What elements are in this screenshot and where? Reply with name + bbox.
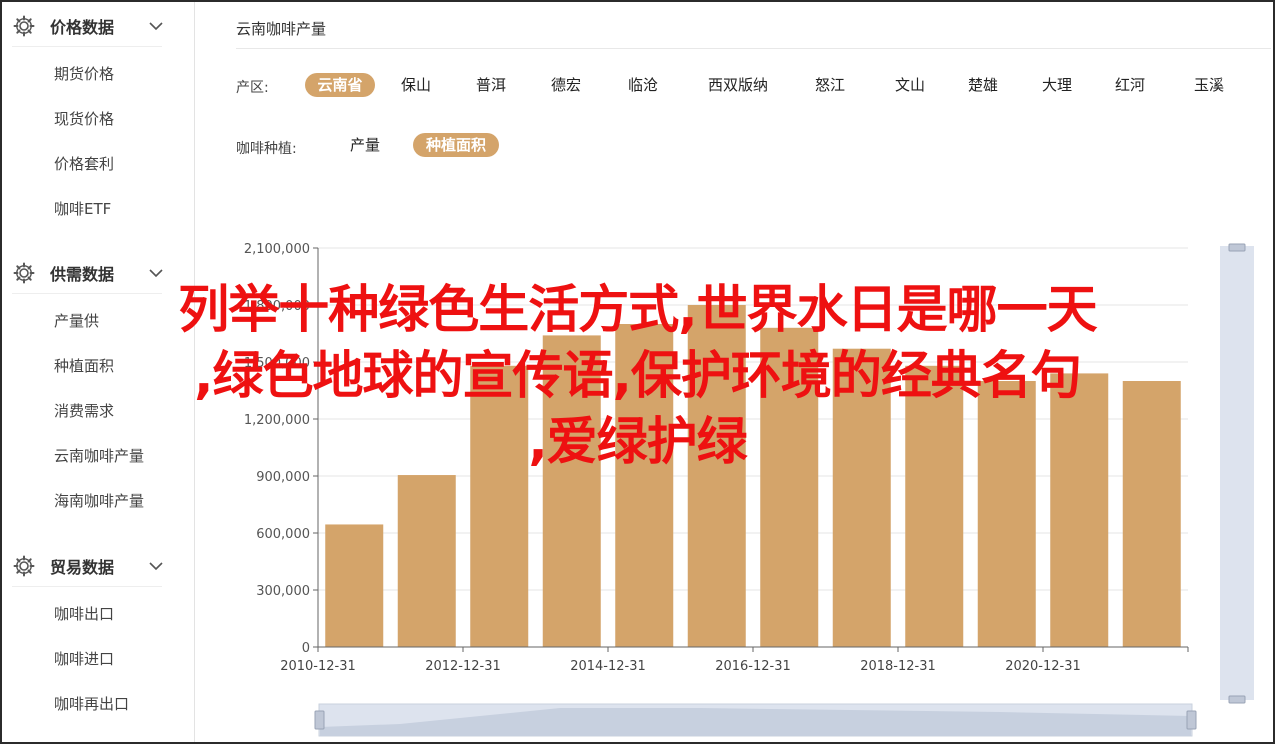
vertical-zoom-slider[interactable] xyxy=(1220,246,1254,700)
chart-bar[interactable] xyxy=(832,348,891,647)
y-tick-label: 1,500,000 xyxy=(244,356,310,371)
horizontal-slider-handle-left[interactable] xyxy=(314,710,325,730)
bar-chart: 0 300,000 600,000 900,000 1,200,000 1,500,000… xyxy=(244,242,1254,737)
x-tick-label: 2020-12-31 xyxy=(1005,659,1081,674)
vertical-slider-handle-bottom[interactable] xyxy=(1228,695,1246,704)
x-tick-label: 2018-12-31 xyxy=(860,659,936,674)
chart-bar[interactable] xyxy=(470,365,529,647)
chart-bar[interactable] xyxy=(760,327,819,647)
chart-bar[interactable] xyxy=(1050,373,1109,647)
chart-bar[interactable] xyxy=(325,524,384,647)
chart-bar[interactable] xyxy=(615,324,674,647)
y-tick-label: 0 xyxy=(302,641,310,656)
x-tick-label: 2016-12-31 xyxy=(715,659,791,674)
x-tick-label: 2010-12-31 xyxy=(280,659,356,674)
y-tick-label: 900,000 xyxy=(256,470,310,485)
y-tick-label: 600,000 xyxy=(256,527,310,542)
x-tick-label: 2014-12-31 xyxy=(570,659,646,674)
chart-bar[interactable] xyxy=(905,365,964,647)
y-tick-label: 2,100,000 xyxy=(244,242,310,257)
y-tick-label: 1,200,000 xyxy=(244,413,310,428)
y-tick-label: 1,800,000 xyxy=(244,299,310,314)
chart-bar[interactable] xyxy=(687,305,746,647)
chart-bar[interactable] xyxy=(1122,381,1181,647)
horizontal-slider-handle-right[interactable] xyxy=(1186,710,1197,730)
chart-bar[interactable] xyxy=(977,381,1036,647)
chart-bar[interactable] xyxy=(397,475,456,647)
vertical-slider-handle-top[interactable] xyxy=(1228,243,1246,252)
chart-bar[interactable] xyxy=(542,335,601,647)
x-tick-label: 2012-12-31 xyxy=(425,659,501,674)
y-tick-label: 300,000 xyxy=(256,584,310,599)
